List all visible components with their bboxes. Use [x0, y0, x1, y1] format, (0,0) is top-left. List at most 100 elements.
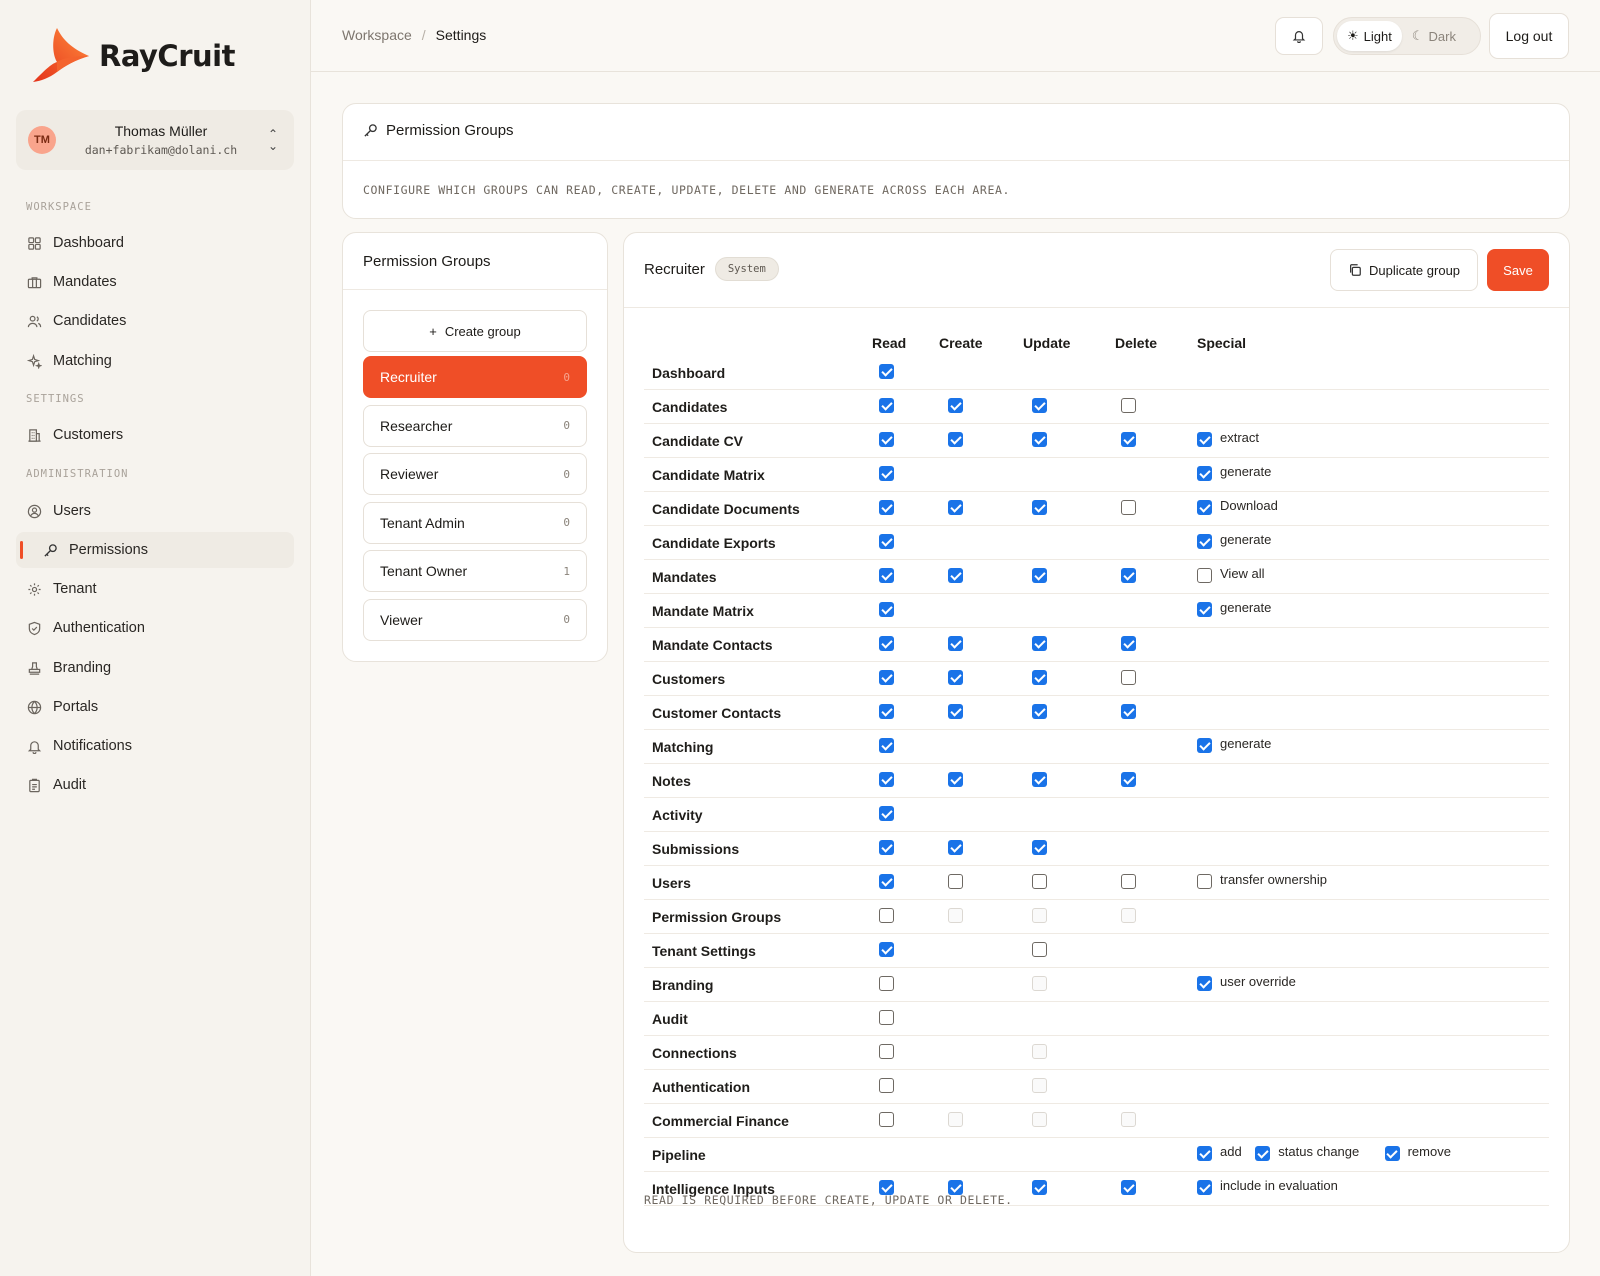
special-checkbox[interactable] — [1197, 976, 1212, 991]
sidebar-item-customers[interactable]: Customers — [16, 417, 294, 453]
sidebar-item-tenant[interactable]: Tenant — [16, 571, 294, 607]
update-checkbox[interactable] — [1032, 840, 1047, 855]
read-checkbox[interactable] — [879, 806, 894, 821]
special-checkbox[interactable] — [1197, 500, 1212, 515]
special-checkbox[interactable] — [1197, 874, 1212, 889]
read-checkbox[interactable] — [879, 942, 894, 957]
update-checkbox[interactable] — [1032, 1180, 1047, 1195]
special-checkbox[interactable] — [1255, 1146, 1271, 1161]
sidebar-item-mandates[interactable]: Mandates — [16, 264, 294, 300]
read-checkbox[interactable] — [879, 738, 894, 753]
read-checkbox[interactable] — [879, 534, 894, 549]
delete-checkbox[interactable] — [1121, 704, 1136, 719]
update-checkbox[interactable] — [1032, 772, 1047, 787]
create-checkbox[interactable] — [948, 500, 963, 515]
delete-checkbox[interactable] — [1121, 432, 1136, 447]
read-checkbox[interactable] — [879, 1044, 894, 1059]
update-checkbox[interactable] — [1032, 942, 1047, 957]
group-item-viewer[interactable]: Viewer 0 — [363, 598, 587, 641]
read-checkbox[interactable] — [879, 466, 894, 481]
delete-checkbox[interactable] — [1121, 568, 1136, 583]
update-checkbox[interactable] — [1032, 432, 1047, 447]
special-checkbox[interactable] — [1384, 1146, 1400, 1161]
sidebar-item-candidates[interactable]: Candidates — [16, 303, 294, 339]
logout-button[interactable]: Log out — [1489, 13, 1569, 59]
read-checkbox[interactable] — [879, 704, 894, 719]
read-checkbox[interactable] — [879, 874, 894, 889]
read-checkbox[interactable] — [879, 500, 894, 515]
read-checkbox[interactable] — [879, 364, 894, 379]
read-checkbox[interactable] — [879, 636, 894, 651]
section-label-administration: ADMINISTRATION — [26, 468, 129, 480]
theme-dark-option[interactable]: ☾ Dark — [1402, 21, 1466, 51]
update-checkbox[interactable] — [1032, 636, 1047, 651]
theme-light-option[interactable]: ☀ Light — [1337, 21, 1402, 51]
read-checkbox[interactable] — [879, 1078, 894, 1093]
special-checkbox[interactable] — [1197, 466, 1212, 481]
create-checkbox[interactable] — [948, 636, 963, 651]
sidebar-item-users[interactable]: Users — [16, 493, 294, 529]
group-item-tenant-admin[interactable]: Tenant Admin 0 — [363, 501, 587, 544]
update-checkbox[interactable] — [1032, 874, 1047, 889]
update-checkbox[interactable] — [1032, 704, 1047, 719]
create-checkbox[interactable] — [948, 670, 963, 685]
delete-checkbox[interactable] — [1121, 636, 1136, 651]
create-checkbox[interactable] — [948, 840, 963, 855]
update-checkbox[interactable] — [1032, 500, 1047, 515]
delete-checkbox[interactable] — [1121, 874, 1136, 889]
delete-checkbox[interactable] — [1121, 1180, 1136, 1195]
sidebar-item-notifications[interactable]: Notifications — [16, 728, 294, 764]
delete-checkbox[interactable] — [1121, 670, 1136, 685]
sidebar-item-matching[interactable]: Matching — [16, 343, 294, 379]
special-checkbox[interactable] — [1197, 534, 1212, 549]
create-checkbox[interactable] — [948, 704, 963, 719]
update-checkbox[interactable] — [1032, 670, 1047, 685]
create-checkbox[interactable] — [948, 874, 963, 889]
read-checkbox[interactable] — [879, 772, 894, 787]
delete-checkbox[interactable] — [1121, 772, 1136, 787]
read-checkbox[interactable] — [879, 1010, 894, 1025]
sidebar-item-authentication[interactable]: Authentication — [16, 610, 294, 646]
save-button[interactable]: Save — [1487, 249, 1549, 291]
update-checkbox[interactable] — [1032, 398, 1047, 413]
read-checkbox[interactable] — [879, 432, 894, 447]
group-item-reviewer[interactable]: Reviewer 0 — [363, 453, 587, 495]
delete-checkbox[interactable] — [1121, 500, 1136, 515]
read-checkbox[interactable] — [879, 1112, 894, 1127]
read-checkbox[interactable] — [879, 840, 894, 855]
read-checkbox[interactable] — [879, 568, 894, 583]
breadcrumb-workspace[interactable]: Workspace — [342, 27, 412, 43]
sidebar-item-dashboard[interactable]: Dashboard — [16, 225, 294, 261]
create-checkbox[interactable] — [948, 432, 963, 447]
group-item-tenant-owner[interactable]: Tenant Owner 1 — [363, 550, 587, 592]
update-checkbox[interactable] — [1032, 568, 1047, 583]
create-checkbox[interactable] — [948, 398, 963, 413]
read-checkbox[interactable] — [879, 398, 894, 413]
create-checkbox[interactable] — [948, 772, 963, 787]
delete-checkbox[interactable] — [1121, 398, 1136, 413]
permission-row-label: Authentication — [652, 1079, 750, 1095]
read-checkbox[interactable] — [879, 976, 894, 991]
duplicate-group-button[interactable]: Duplicate group — [1330, 249, 1478, 291]
notifications-button[interactable] — [1275, 17, 1323, 55]
theme-toggle[interactable]: ☀ Light ☾ Dark — [1333, 17, 1481, 55]
special-checkbox[interactable] — [1197, 1180, 1212, 1195]
sidebar-item-portals[interactable]: Portals — [16, 689, 294, 725]
sidebar-item-audit[interactable]: Audit — [16, 767, 294, 803]
special-checkbox[interactable] — [1197, 432, 1212, 447]
special-checkbox[interactable] — [1197, 1146, 1212, 1161]
brand-logo[interactable]: RayCruit — [27, 26, 235, 86]
user-switcher[interactable]: TM Thomas Müller dan+fabrikam@dolani.ch … — [16, 110, 294, 170]
group-item-researcher[interactable]: Researcher 0 — [363, 404, 587, 447]
read-checkbox[interactable] — [879, 602, 894, 617]
read-checkbox[interactable] — [879, 908, 894, 923]
sidebar-item-permissions[interactable]: Permissions — [16, 532, 294, 568]
special-checkbox[interactable] — [1197, 602, 1212, 617]
special-checkbox[interactable] — [1197, 738, 1212, 753]
special-checkbox[interactable] — [1197, 568, 1212, 583]
sidebar-item-branding[interactable]: Branding — [16, 650, 294, 686]
group-item-recruiter[interactable]: Recruiter 0 — [363, 356, 587, 398]
read-checkbox[interactable] — [879, 670, 894, 685]
create-group-button[interactable]: + Create group — [363, 310, 587, 352]
create-checkbox[interactable] — [948, 568, 963, 583]
